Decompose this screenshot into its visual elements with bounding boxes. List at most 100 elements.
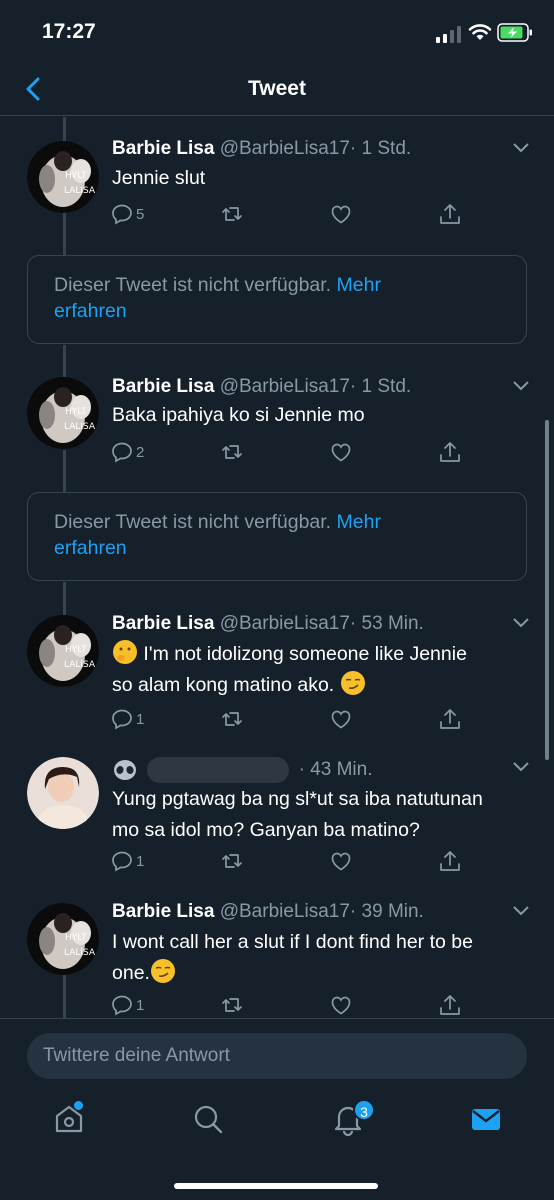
tweet-actions: 1 [110,993,470,1017]
avatar-image: HYLT LALISA [27,377,99,449]
chevron-down-icon[interactable] [512,378,530,392]
svg-text:HYLT: HYLT [65,171,87,181]
reply-button[interactable]: 2 [110,440,144,464]
author-name[interactable]: Barbie Lisa [112,138,214,159]
reply-icon [112,709,132,730]
author-name[interactable]: Barbie Lisa [112,901,214,922]
like-button[interactable] [329,440,353,464]
share-button[interactable] [438,993,462,1017]
unavailable-text: Dieser Tweet ist nicht verfügbar. [54,511,332,533]
tweet-header: · 43 Min. [112,757,372,783]
home-new-indicator [74,1101,83,1110]
share-button[interactable] [438,707,462,731]
like-button[interactable] [329,993,353,1017]
reply-icon [112,204,132,225]
chevron-down-icon[interactable] [512,140,530,154]
tweet-actions: 1 [110,849,470,873]
tweet[interactable]: HYLT LALISA Barbie Lisa @BarbieLisa17· 1… [0,376,554,471]
tweet-actions: 5 [110,202,470,226]
reply-button[interactable]: 1 [110,993,144,1017]
nav-bar: Tweet [0,64,554,116]
avatar[interactable]: HYLT LALISA [27,141,99,213]
svg-text:LALISA: LALISA [64,186,96,196]
tweet-header: Barbie Lisa @BarbieLisa17· 53 Min. [112,613,424,635]
like-button[interactable] [329,202,353,226]
author-name[interactable]: Barbie Lisa [112,376,214,397]
share-button[interactable] [438,849,462,873]
author-handle[interactable]: @BarbieLisa17 [220,138,350,159]
tweet[interactable]: HYLT LALISA Barbie Lisa @BarbieLisa17· 3… [0,901,554,1017]
svg-text:LALISA: LALISA [64,948,96,958]
learn-more-link[interactable]: erfahren [54,537,127,559]
notifications-badge: 3 [353,1099,375,1121]
avatar[interactable]: HYLT LALISA [27,377,99,449]
status-time: 17:27 [42,20,96,43]
reply-icon [112,995,132,1016]
share-icon [440,851,460,871]
home-indicator [174,1183,378,1189]
tweet-text-line: Yung pgtawag ba ng sl*ut sa iba natutuna… [112,788,483,810]
chevron-down-icon[interactable] [512,759,530,773]
reply-count: 1 [136,710,145,728]
learn-more-link[interactable]: Mehr [337,511,381,533]
tweet-header: Barbie Lisa @BarbieLisa17· 39 Min. [112,901,424,923]
retweet-button[interactable] [220,707,244,731]
retweet-icon [222,998,242,1012]
tweet[interactable]: HYLT LALISA Barbie Lisa @BarbieLisa17· 5… [0,613,554,733]
reply-count: 1 [136,996,145,1014]
reply-button[interactable]: 5 [110,202,144,226]
mail-icon[interactable] [469,1102,503,1136]
wifi-icon [468,24,492,40]
tweet-text-line: so alam kong matino ako. [112,674,335,696]
unavailable-tweet-card: Dieser Tweet ist nicht verfügbar. Mehr e… [27,255,527,344]
reply-bar: Twittere deine Antwort [0,1018,554,1088]
share-button[interactable] [438,202,462,226]
share-icon [440,709,460,729]
author-handle[interactable]: @BarbieLisa17 [220,613,350,634]
tweet-text-line: mo sa idol mo? Ganyan ba matino? [112,819,420,841]
tweet-header: Barbie Lisa @BarbieLisa17· 1 Std. [112,376,411,398]
unavailable-text: Dieser Tweet ist nicht verfügbar. [54,274,332,296]
reply-icon [112,851,132,872]
like-button[interactable] [329,707,353,731]
share-icon [440,442,460,462]
like-button[interactable] [329,849,353,873]
svg-text:HYLT: HYLT [65,933,87,943]
retweet-button[interactable] [220,440,244,464]
avatar-image: HYLT LALISA [27,903,99,975]
avatar[interactable] [27,757,99,829]
retweet-icon [222,207,242,221]
reply-button[interactable]: 1 [110,849,144,873]
svg-text:LALISA: LALISA [64,422,96,432]
retweet-icon [222,712,242,726]
tweet-time: · 1 Std. [349,376,412,397]
like-icon [331,443,351,462]
author-handle[interactable]: @BarbieLisa17 [220,901,350,922]
chevron-down-icon[interactable] [512,615,530,629]
retweet-button[interactable] [220,849,244,873]
tweet-time: · 1 Std. [349,138,412,159]
tweet-text: Baka ipahiya ko si Jennie mo [112,404,365,426]
reply-input[interactable]: Twittere deine Antwort [27,1033,527,1079]
author-handle[interactable]: @BarbieLisa17 [220,376,350,397]
search-icon[interactable] [191,1102,225,1136]
chevron-down-icon[interactable] [512,903,530,917]
like-icon [331,710,351,729]
tweet[interactable]: HYLT LALISA Barbie Lisa @BarbieLisa17· 1… [0,138,554,233]
tweet[interactable]: · 43 Min. Yung pgtawag ba ng sl*ut sa ib… [0,757,554,877]
retweet-button[interactable] [220,202,244,226]
author-name[interactable]: Barbie Lisa [112,613,214,634]
reply-button[interactable]: 1 [110,707,144,731]
learn-more-link[interactable]: erfahren [54,300,127,322]
scrollbar[interactable] [545,420,549,760]
learn-more-link[interactable]: Mehr [337,274,381,296]
reply-count: 1 [136,852,145,870]
avatar[interactable]: HYLT LALISA [27,903,99,975]
thread-line [63,582,66,615]
smirk-emoji-icon [150,959,175,983]
share-button[interactable] [438,440,462,464]
avatar[interactable]: HYLT LALISA [27,615,99,687]
page-title: Tweet [248,77,306,100]
like-icon [331,852,351,871]
retweet-button[interactable] [220,993,244,1017]
